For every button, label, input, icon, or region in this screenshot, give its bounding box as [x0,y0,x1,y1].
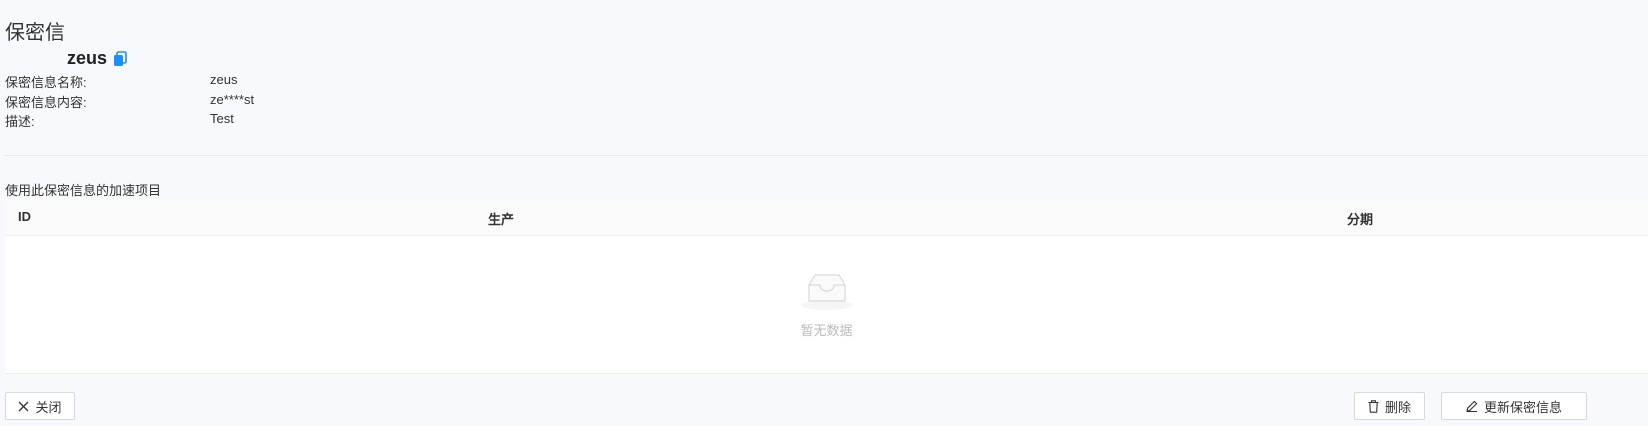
close-icon [18,401,29,412]
delete-button[interactable]: 删除 [1354,392,1425,420]
table-header: ID 生产 分期 [5,198,1648,236]
empty-state: 暂无数据 [5,236,1648,373]
secret-name-row: zeus [67,48,127,69]
info-value: ze****st [210,92,255,107]
close-button-label: 关闭 [35,399,62,415]
copy-icon[interactable] [113,50,127,67]
info-value: Test [210,111,234,126]
empty-inbox-icon [799,271,855,316]
trash-icon [1368,399,1379,413]
secret-name: zeus [67,48,108,68]
info-label: 保密信息名称: [5,75,87,90]
info-row-description: 描述: Test [5,111,405,129]
update-secret-button[interactable]: 更新保密信息 [1441,392,1587,420]
column-header-production[interactable]: 生产 [488,209,514,228]
footer-divider [5,373,1648,374]
column-header-staging[interactable]: 分期 [1347,209,1373,228]
close-button[interactable]: 关闭 [5,392,75,420]
column-header-id[interactable]: ID [18,209,31,224]
section-title: 使用此保密信息的加速项目 [5,183,162,198]
page-title: 保密信 [5,22,65,44]
projects-table: ID 生产 分期 暂无数据 [5,198,1648,373]
edit-icon [1466,400,1478,412]
info-row-content: 保密信息内容: ze****st [5,92,405,110]
info-label: 描述: [5,114,35,129]
info-label: 保密信息内容: [5,95,87,110]
info-value: zeus [210,72,238,87]
section-divider [5,155,1648,156]
info-row-name: 保密信息名称: zeus [5,72,405,90]
empty-text: 暂无数据 [800,322,853,338]
update-secret-button-label: 更新保密信息 [1483,399,1562,415]
delete-button-label: 删除 [1384,399,1411,415]
